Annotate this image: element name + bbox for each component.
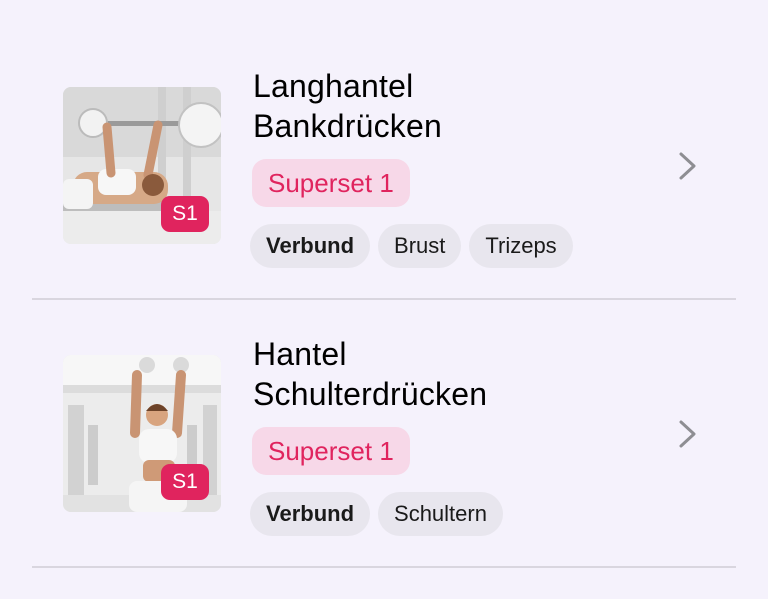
superset-badge: S1 — [161, 464, 209, 500]
muscle-tags: Verbund Brust Trizeps — [250, 224, 573, 268]
superset-number: 1 — [379, 436, 394, 466]
tag-chip: Verbund — [250, 224, 371, 268]
tag-chip: Verbund — [250, 492, 371, 536]
superset-badge: S1 — [161, 196, 209, 232]
superset-tag: Superset 1 — [252, 159, 410, 207]
row-divider — [32, 566, 736, 568]
tag-chip: Brust — [378, 224, 462, 268]
chevron-right-icon[interactable] — [677, 418, 699, 450]
exercise-thumbnail-shoulder-press: S1 — [63, 355, 221, 512]
exercise-list: S1 Langhantel Bankdrücken Superset 1 Ver… — [0, 0, 768, 599]
superset-number: 1 — [379, 168, 394, 198]
exercise-title: Langhantel Bankdrücken — [253, 66, 633, 146]
exercise-title: Hantel Schulterdrücken — [253, 334, 633, 414]
exercise-title-line-2: Schulterdrücken — [253, 376, 488, 412]
exercise-title-line-1: Langhantel — [253, 68, 414, 104]
tag-chip: Trizeps — [469, 224, 573, 268]
exercise-thumbnail-bench-press: S1 — [63, 87, 221, 244]
superset-label: Superset — [268, 436, 373, 466]
exercise-row-shoulder-press[interactable]: S1 Hantel Schulterdrücken Superset 1 Ver… — [0, 300, 768, 568]
exercise-title-line-1: Hantel — [253, 336, 347, 372]
muscle-tags: Verbund Schultern — [250, 492, 503, 536]
superset-tag: Superset 1 — [252, 427, 410, 475]
superset-label: Superset — [268, 168, 373, 198]
tag-chip: Schultern — [378, 492, 503, 536]
chevron-right-icon[interactable] — [677, 150, 699, 182]
exercise-row-bench-press[interactable]: S1 Langhantel Bankdrücken Superset 1 Ver… — [0, 32, 768, 300]
exercise-title-line-2: Bankdrücken — [253, 108, 442, 144]
